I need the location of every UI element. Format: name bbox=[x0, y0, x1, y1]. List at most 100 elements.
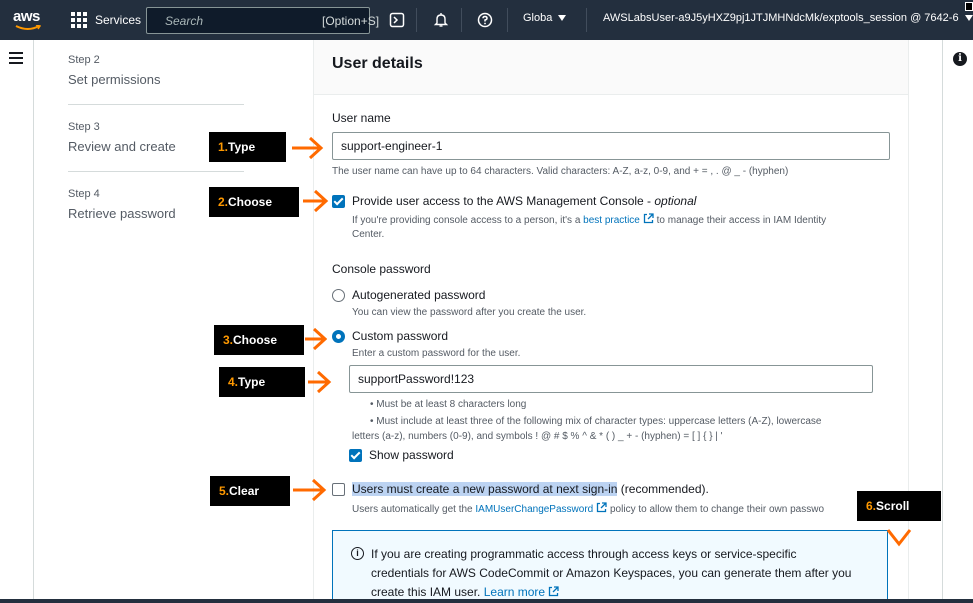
best-practice-link[interactable]: best practice bbox=[583, 213, 654, 226]
step-divider bbox=[68, 171, 244, 172]
nav-divider bbox=[416, 8, 417, 32]
annotation-arrow-icon bbox=[305, 327, 327, 351]
console-access-desc-line2: Center. bbox=[352, 229, 385, 240]
annotation-text: Type bbox=[238, 375, 266, 389]
region-label: Globa bbox=[523, 12, 553, 24]
annotation-callout: 5. Clear bbox=[210, 476, 290, 506]
step-title-link[interactable]: Review and create bbox=[68, 139, 176, 154]
console-access-desc-text: If you're providing console access to a … bbox=[352, 215, 584, 226]
services-grid-icon bbox=[71, 12, 87, 28]
annotation-number: 1. bbox=[218, 140, 229, 154]
custom-password-label[interactable]: Custom password bbox=[352, 329, 448, 343]
hamburger-menu-icon[interactable] bbox=[9, 52, 23, 64]
search-box[interactable]: [Option+S] bbox=[146, 7, 379, 34]
require-reset-label[interactable]: Users must create a new password at next… bbox=[352, 482, 709, 496]
require-reset-desc: Users automatically get the IAMUserChang… bbox=[352, 502, 912, 517]
account-menu[interactable]: AWSLabsUser-a9J5yHXZ9pj1JTJMHNdcMk/expto… bbox=[603, 12, 973, 24]
user-name-input[interactable] bbox=[332, 132, 890, 160]
annotation-number: 4. bbox=[228, 375, 239, 389]
require-reset-desc-text: Users automatically get the bbox=[352, 504, 476, 515]
search-input[interactable] bbox=[165, 13, 322, 28]
info-line: If you are creating programmatic access … bbox=[371, 547, 797, 561]
console-access-desc-after: to manage their access in IAM Identity bbox=[653, 215, 827, 226]
annotation-callout: 3. Choose bbox=[214, 325, 304, 355]
require-reset-label-highlighted: Users must create a new password at next… bbox=[352, 482, 618, 496]
external-link-icon bbox=[597, 502, 607, 513]
services-label: Services bbox=[95, 13, 142, 27]
best-practice-link-text: best practice bbox=[583, 215, 640, 226]
step-number: Step 4 bbox=[68, 188, 100, 200]
iam-user-change-password-link[interactable]: IAMUserChangePassword bbox=[475, 502, 607, 515]
autogenerated-password-desc: You can view the password after you crea… bbox=[352, 307, 587, 318]
cloudshell-icon[interactable] bbox=[387, 10, 407, 30]
annotation-arrow-icon bbox=[292, 136, 324, 160]
bottom-bar bbox=[0, 599, 973, 603]
container-title: User details bbox=[332, 55, 423, 72]
optional-tag: optional bbox=[654, 194, 697, 208]
annotation-text: Choose bbox=[233, 333, 278, 347]
left-rail-divider bbox=[33, 40, 34, 603]
require-reset-checkbox[interactable] bbox=[332, 483, 345, 496]
annotation-text: Scroll bbox=[876, 499, 910, 513]
info-line: credentials for AWS CodeCommit or Amazon… bbox=[371, 566, 852, 580]
top-nav-bar: aws Services [Option+S] Globa AWSLabsUse… bbox=[0, 0, 973, 40]
region-selector[interactable]: Globa bbox=[523, 12, 567, 24]
annotation-arrow-icon bbox=[293, 478, 327, 502]
console-access-desc: If you're providing console access to a … bbox=[352, 213, 892, 242]
container-header: User details bbox=[314, 40, 908, 95]
info-panel-icon[interactable]: i bbox=[953, 52, 967, 66]
learn-more-link[interactable]: Learn more bbox=[484, 585, 559, 599]
nav-divider bbox=[507, 8, 508, 32]
learn-more-link-text: Learn more bbox=[483, 585, 546, 599]
nav-divider bbox=[586, 8, 587, 32]
console-access-label[interactable]: Provide user access to the AWS Managemen… bbox=[352, 194, 696, 208]
step-divider bbox=[68, 104, 244, 105]
user-details-container: User details User name The user name can… bbox=[313, 40, 909, 603]
require-reset-desc-after: policy to allow them to change their own… bbox=[607, 504, 825, 515]
show-password-label[interactable]: Show password bbox=[369, 448, 454, 462]
step-number: Step 3 bbox=[68, 121, 100, 133]
user-name-label: User name bbox=[332, 111, 391, 125]
password-rule-text: Must include at least three of the follo… bbox=[376, 416, 822, 427]
aws-logo[interactable]: aws bbox=[13, 8, 45, 32]
external-link-icon bbox=[548, 586, 559, 597]
annotation-number: 2. bbox=[218, 195, 229, 209]
annotation-callout: 2. Choose bbox=[209, 187, 299, 217]
step-set-permissions: Step 2 Set permissions bbox=[68, 54, 160, 87]
search-shortcut-hint: [Option+S] bbox=[322, 13, 380, 28]
annotation-arrow-icon bbox=[308, 370, 332, 394]
step-title-link[interactable]: Retrieve password bbox=[68, 206, 176, 221]
caret-down-icon bbox=[964, 15, 973, 21]
autogenerated-password-radio[interactable] bbox=[332, 289, 345, 302]
password-rule-continued: letters (a-z), numbers (0-9), and symbol… bbox=[352, 431, 723, 442]
info-alert-text: If you are creating programmatic access … bbox=[371, 545, 881, 602]
right-rail-divider bbox=[942, 40, 943, 603]
autogenerated-password-label[interactable]: Autogenerated password bbox=[352, 288, 485, 302]
password-rule: • Must include at least three of the fol… bbox=[370, 416, 822, 427]
annotation-callout: 6. Scroll bbox=[857, 491, 941, 521]
console-access-checkbox[interactable] bbox=[332, 195, 345, 208]
annotation-number: 6. bbox=[866, 499, 877, 513]
notifications-bell-icon[interactable] bbox=[431, 10, 451, 30]
corner-marker bbox=[965, 2, 973, 11]
annotation-callout: 1. Type bbox=[209, 132, 286, 162]
annotation-text: Clear bbox=[229, 484, 260, 498]
console-access-label-text: Provide user access to the AWS Managemen… bbox=[352, 194, 655, 208]
aws-logo-text: aws bbox=[13, 8, 40, 25]
services-menu-button[interactable]: Services bbox=[63, 6, 149, 34]
help-icon[interactable] bbox=[475, 10, 495, 30]
annotation-text: Choose bbox=[228, 195, 273, 209]
custom-password-input[interactable] bbox=[349, 365, 873, 393]
nav-divider bbox=[461, 8, 462, 32]
step-review-and-create: Step 3 Review and create bbox=[68, 121, 176, 154]
caret-down-icon bbox=[558, 15, 567, 21]
annotation-text: Type bbox=[228, 140, 256, 154]
step-retrieve-password: Step 4 Retrieve password bbox=[68, 188, 176, 221]
aws-smile-icon bbox=[15, 25, 41, 30]
step-title-link[interactable]: Set permissions bbox=[68, 72, 160, 87]
show-password-checkbox[interactable] bbox=[349, 449, 362, 462]
require-reset-label-rest: (recommended). bbox=[617, 482, 709, 496]
annotation-number: 5. bbox=[219, 484, 230, 498]
info-line: create this IAM user. bbox=[371, 585, 484, 599]
custom-password-radio[interactable] bbox=[332, 330, 345, 343]
